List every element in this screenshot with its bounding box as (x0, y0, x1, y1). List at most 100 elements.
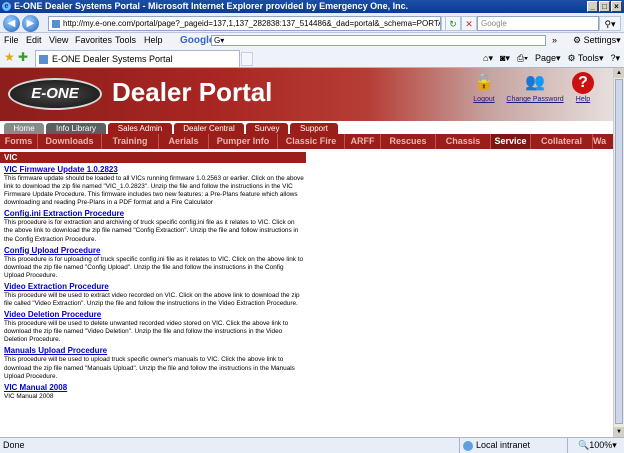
menu-bar: File Edit View Favorites Tools Help Goog… (0, 33, 624, 48)
help-link[interactable]: ? Help (553, 72, 613, 103)
stop-icon[interactable]: ✕ (461, 16, 477, 31)
print-icon[interactable]: ⎙▾ (517, 51, 528, 65)
help-label: Help (575, 96, 591, 103)
tab-dealer-central[interactable]: Dealer Central (174, 123, 244, 134)
new-tab-button[interactable] (241, 52, 253, 66)
cat-aerials[interactable]: Aerials (159, 134, 209, 149)
scroll-down-icon[interactable]: ▼ (614, 427, 624, 437)
doc-description: This firmware update should be loaded to… (4, 175, 304, 207)
scroll-thumb[interactable] (615, 79, 623, 424)
google-settings-button[interactable]: ⚙ Settings▾ (573, 33, 621, 48)
list-item: VIC Manual 2008 VIC Manual 2008 (4, 383, 304, 401)
menu-favorites[interactable]: Favorites (75, 33, 112, 48)
doc-link[interactable]: VIC Manual 2008 (4, 383, 304, 393)
portal-banner: E-ONE Dealer Portal 🔒 Logout 👥 Change Pa… (0, 68, 613, 121)
page-menu-label: Page (534, 53, 556, 63)
eone-logo: E-ONE (8, 78, 102, 110)
url-text: http://my.e-one.com/portal/page?_pageid=… (63, 19, 441, 28)
list-item: VIC Firmware Update 1.0.2823 This firmwa… (4, 165, 304, 207)
section-header: VIC (0, 152, 306, 163)
doc-description: This procedure will be used to extract v… (4, 291, 300, 308)
list-item: Config.ini Extraction Procedure This pro… (4, 209, 304, 243)
menu-edit[interactable]: Edit (26, 33, 42, 48)
vertical-scrollbar[interactable]: ▲ ▼ (613, 68, 624, 437)
browser-tab[interactable]: E-ONE Dealer Systems Portal (35, 50, 240, 67)
doc-link[interactable]: Config Upload Procedure (4, 246, 304, 256)
tools-menu[interactable]: ⚙ Tools▾ (568, 51, 604, 65)
google-search-input[interactable]: G▾ (211, 35, 546, 46)
window-title-bar: e E-ONE Dealer Systems Portal - Microsof… (0, 0, 624, 13)
portal-title: Dealer Portal (112, 77, 273, 107)
list-item: Config Upload Procedure This procedure i… (4, 246, 304, 280)
maximize-button[interactable]: □ (599, 1, 610, 12)
logout-label: Logout (473, 96, 495, 103)
doc-description: This procedure will be used to delete un… (4, 320, 289, 344)
document-list: VIC Firmware Update 1.0.2823 This firmwa… (4, 165, 304, 403)
cat-training[interactable]: Training (102, 134, 159, 149)
globe-icon (463, 441, 473, 451)
cat-downloads[interactable]: Downloads (38, 134, 102, 149)
add-favorite-icon[interactable]: ✚ (18, 50, 28, 64)
search-input[interactable]: Google (477, 16, 599, 31)
refresh-icon[interactable]: ↻ (445, 16, 461, 31)
doc-link[interactable]: Video Deletion Procedure (4, 310, 304, 320)
tab-survey[interactable]: Survey (246, 123, 288, 134)
window-title: E-ONE Dealer Systems Portal - Microsoft … (14, 1, 409, 11)
doc-description: VIC Manual 2008 (4, 392, 54, 400)
menu-view[interactable]: View (49, 33, 68, 48)
back-button[interactable]: ◀ (3, 15, 20, 32)
help-icon[interactable]: ?▾ (610, 51, 620, 65)
cat-classic-fire[interactable]: Classic Fire (278, 134, 345, 149)
list-item: Video Deletion Procedure This procedure … (4, 310, 304, 344)
menu-tools[interactable]: Tools (115, 33, 136, 48)
cat-rescues[interactable]: Rescues (381, 134, 436, 149)
google-toolbar-logo: Google (180, 35, 215, 46)
page-menu[interactable]: Page▾ (535, 51, 561, 65)
home-icon[interactable]: ⌂▾ (483, 51, 493, 65)
feeds-icon[interactable]: ◙▾ (500, 51, 510, 65)
security-zone: Local intranet (459, 438, 530, 453)
doc-description: This procedure will be used to upload tr… (4, 356, 295, 380)
cat-chassis[interactable]: Chassis (436, 134, 491, 149)
cat-wa[interactable]: Wa (593, 134, 613, 149)
doc-link[interactable]: Manuals Upload Procedure (4, 346, 304, 356)
close-button[interactable]: × (611, 1, 622, 12)
scroll-up-icon[interactable]: ▲ (614, 68, 624, 78)
status-text: Done (3, 440, 25, 450)
google-go-icon[interactable]: » (552, 33, 557, 48)
favorites-star-icon[interactable]: ★ (4, 50, 15, 64)
top-tabs: Home Info Library Sales Admin Dealer Cen… (0, 121, 613, 134)
category-bar: Forms Downloads Training Aerials Pumper … (0, 134, 613, 149)
doc-link[interactable]: Video Extraction Procedure (4, 282, 304, 292)
tab-info-library[interactable]: Info Library (46, 123, 106, 134)
ie-logo-icon: e (2, 2, 11, 11)
menu-help[interactable]: Help (144, 33, 163, 48)
menu-file[interactable]: File (4, 33, 19, 48)
help-circle-icon: ? (553, 72, 613, 94)
google-settings-label: Settings (583, 35, 617, 45)
list-item: Video Extraction Procedure This procedur… (4, 282, 304, 308)
zoom-value: 100% (589, 440, 613, 450)
url-input[interactable]: http://my.e-one.com/portal/page?_pageid=… (48, 16, 441, 31)
list-item: Manuals Upload Procedure This procedure … (4, 346, 304, 380)
doc-link[interactable]: VIC Firmware Update 1.0.2823 (4, 165, 304, 175)
tab-home[interactable]: Home (4, 123, 44, 134)
minimize-button[interactable]: _ (587, 1, 598, 12)
search-icon[interactable]: ⚲▾ (599, 16, 621, 31)
cat-arff[interactable]: ARFF (345, 134, 381, 149)
doc-link[interactable]: Config.ini Extraction Procedure (4, 209, 304, 219)
doc-description: This procedure is for uploading of truck… (4, 255, 304, 279)
cat-service[interactable]: Service (491, 134, 531, 149)
tools-menu-label: Tools (577, 53, 599, 63)
page-icon (52, 20, 60, 28)
tab-sales-admin[interactable]: Sales Admin (108, 123, 172, 134)
status-bar: Done Local intranet 🔍100%▾ (0, 437, 624, 453)
cat-pumper-info[interactable]: Pumper Info (209, 134, 278, 149)
forward-button[interactable]: ▶ (22, 15, 39, 32)
zoom-control[interactable]: 🔍100%▾ (567, 438, 617, 453)
zone-label: Local intranet (476, 440, 531, 450)
address-toolbar: ◀ ▶ http://my.e-one.com/portal/page?_pag… (0, 13, 624, 33)
cat-collateral[interactable]: Collateral (531, 134, 593, 149)
cat-forms[interactable]: Forms (0, 134, 38, 149)
tab-support[interactable]: Support (290, 123, 338, 134)
